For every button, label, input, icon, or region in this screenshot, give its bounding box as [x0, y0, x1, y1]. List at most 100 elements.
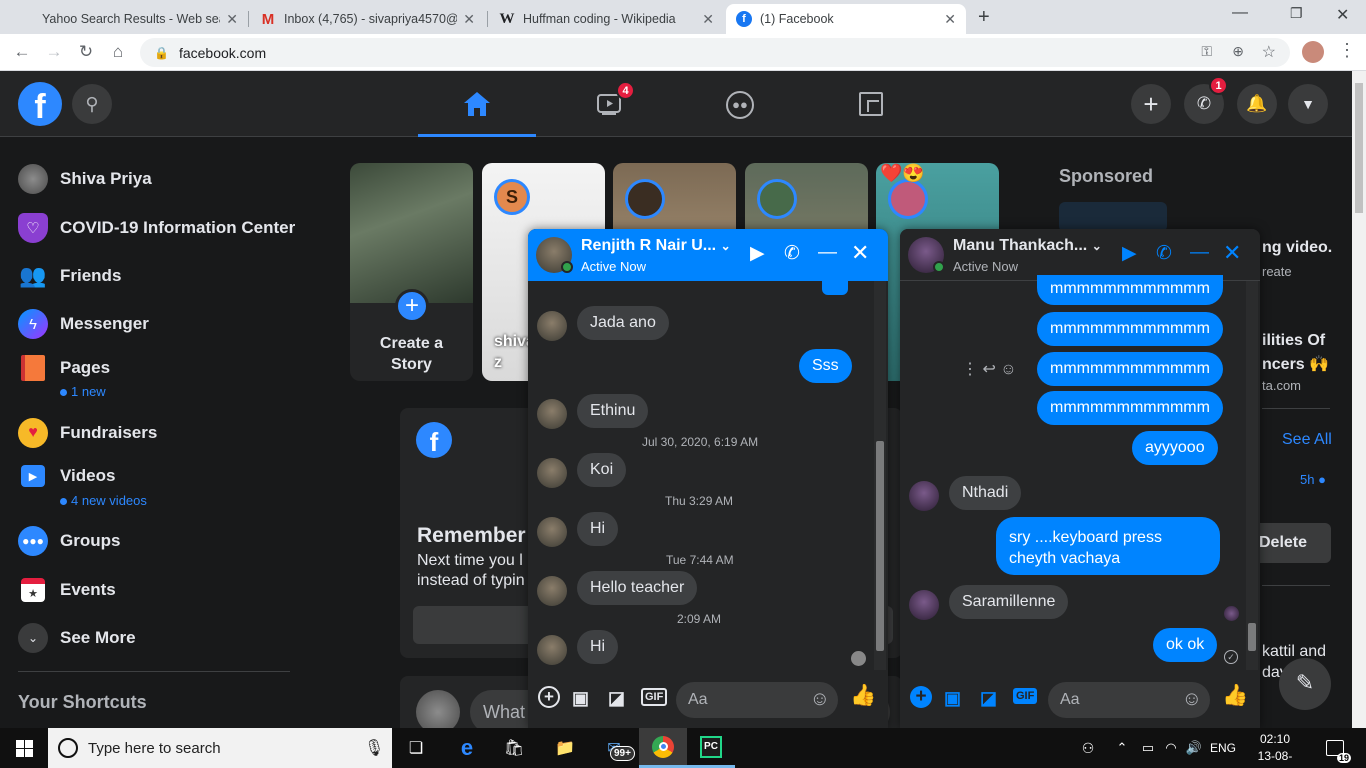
notifications-bell-icon[interactable]: 🔔 — [1237, 84, 1277, 124]
message-bubble[interactable]: Saramillenne — [949, 585, 1069, 619]
windows-start-icon[interactable] — [0, 728, 48, 768]
task-view-icon[interactable]: ❏ — [398, 728, 434, 768]
sticker-icon[interactable]: ◪ — [608, 688, 625, 709]
ad-title[interactable]: ng video. — [1262, 239, 1332, 257]
key-icon[interactable]: ⚿ — [1201, 43, 1212, 60]
reload-icon[interactable]: ↻ — [76, 42, 96, 62]
chrome-icon[interactable] — [639, 728, 687, 768]
volume-icon[interactable]: 🔊 — [1184, 728, 1204, 768]
sidebar-item-friends[interactable]: 👥 Friends — [18, 256, 121, 296]
battery-icon[interactable]: ▭ — [1138, 728, 1158, 768]
message-bubble[interactable]: ok ok — [1153, 628, 1218, 662]
new-message-compose-icon[interactable]: ✎ — [1279, 658, 1331, 710]
sidebar-item-covid[interactable]: ♡ COVID-19 Information Center — [18, 208, 295, 248]
search-icon[interactable]: ⚲ — [72, 84, 112, 124]
message-bubble[interactable]: mmmmmmmmmmmm — [1037, 275, 1223, 305]
chat-contact-name[interactable]: Manu Thankach... ⌄ — [953, 237, 1102, 255]
message-bubble[interactable]: ayyyooo — [1132, 431, 1218, 465]
close-icon[interactable]: ✕ — [1223, 240, 1241, 266]
sidebar-item-videos[interactable]: ▶ Videos — [18, 456, 115, 496]
message-bubble[interactable]: Sss — [799, 349, 852, 383]
ad-title[interactable]: ilities Of — [1262, 332, 1325, 350]
phone-call-icon[interactable]: ✆ — [784, 242, 800, 265]
file-explorer-icon[interactable]: 📁 — [547, 728, 583, 768]
microphone-icon[interactable]: 🎙 — [364, 738, 384, 758]
thumbs-up-icon[interactable]: 👍 — [1222, 684, 1248, 708]
tab-gaming[interactable] — [814, 71, 932, 137]
new-tab-button[interactable]: + — [978, 6, 990, 29]
tab-groups[interactable]: ●● — [682, 71, 800, 137]
ad-title[interactable]: ncers 🙌 — [1262, 354, 1329, 374]
tab-watch[interactable]: 4 — [550, 71, 668, 137]
store-icon[interactable]: 🛍 — [496, 728, 532, 768]
message-bubble[interactable]: mmmmmmmmmmmm — [1037, 312, 1223, 346]
sidebar-item-see-more[interactable]: ⌄ See More — [18, 618, 136, 658]
sidebar-item-profile[interactable]: Shiva Priya — [18, 159, 152, 199]
profile-avatar[interactable] — [1302, 41, 1324, 63]
ad-thumbnail[interactable] — [1059, 202, 1167, 232]
photo-icon[interactable]: ▣ — [944, 688, 961, 709]
tab-home[interactable] — [418, 71, 536, 137]
message-bubble[interactable]: Hello teacher — [577, 571, 698, 605]
message-input[interactable]: Aa ☺ — [676, 682, 838, 718]
clock[interactable]: 02:10 13-08-2020 — [1250, 731, 1300, 768]
video-call-icon[interactable]: ▶ — [1122, 242, 1137, 265]
tab-facebook[interactable]: f (1) Facebook ✕ — [726, 4, 966, 34]
message-bubble[interactable]: Nthadi — [949, 476, 1022, 510]
sticker-icon[interactable]: ◪ — [980, 688, 997, 709]
message-bubble[interactable]: Jada ano — [577, 306, 669, 340]
wifi-icon[interactable]: ◠ — [1161, 728, 1181, 768]
taskbar-search-box[interactable]: Type here to search 🎙 — [48, 728, 392, 768]
message-bubble[interactable]: mmmmmmmmmmmm — [1037, 391, 1223, 425]
message-bubble[interactable]: sry ....keyboard press cheyth vachaya — [996, 517, 1220, 575]
sidebar-item-messenger[interactable]: ϟ Messenger — [18, 304, 149, 344]
minimize-button[interactable]: — — [1232, 4, 1248, 22]
back-icon[interactable]: ← — [12, 42, 32, 62]
tab-gmail[interactable]: M Inbox (4,765) - sivapriya4570@gm ✕ — [250, 4, 485, 34]
chat-header[interactable]: Renjith R Nair U... ⌄ Active Now ▶ ✆ — ✕ — [528, 229, 888, 281]
gif-icon[interactable]: GIF — [641, 688, 668, 706]
emoji-icon[interactable]: ☺ — [1182, 688, 1202, 711]
see-all-link[interactable]: See All — [1282, 431, 1332, 449]
message-input[interactable]: Aa ☺ — [1048, 682, 1210, 718]
bookmark-star-icon[interactable]: ☆ — [1262, 42, 1276, 62]
facebook-logo-icon[interactable]: f — [18, 82, 62, 126]
photo-icon[interactable]: ▣ — [572, 688, 589, 709]
tab-wikipedia[interactable]: W Huffman coding - Wikipedia ✕ — [489, 4, 724, 34]
phone-call-icon[interactable]: ✆ — [1156, 242, 1172, 265]
message-bubble[interactable]: Hi — [577, 630, 619, 664]
message-actions[interactable]: ⋮ ↩ ☺ — [962, 359, 1017, 379]
chat-scrollbar[interactable] — [874, 281, 886, 670]
tray-chevron-up-icon[interactable]: ⌃ — [1112, 728, 1132, 768]
create-story-card[interactable]: + Create a Story — [350, 163, 473, 381]
menu-dots-icon[interactable]: ⋮ — [1338, 40, 1356, 61]
close-window-button[interactable]: ✕ — [1336, 5, 1349, 25]
create-plus-icon[interactable]: + — [1131, 84, 1171, 124]
message-bubble[interactable]: Ethinu — [577, 394, 649, 428]
add-attachment-icon[interactable]: + — [910, 686, 932, 708]
close-icon[interactable]: ✕ — [463, 11, 475, 28]
sidebar-item-pages[interactable]: Pages — [18, 348, 110, 388]
sidebar-item-fundraisers[interactable]: ♥ Fundraisers — [18, 413, 157, 453]
tab-yahoo[interactable]: Yahoo Search Results - Web search ✕ — [8, 4, 248, 34]
restore-button[interactable]: ❐ — [1290, 5, 1303, 22]
gif-icon[interactable]: GIF — [1013, 688, 1038, 704]
close-icon[interactable]: ✕ — [702, 11, 714, 28]
close-icon[interactable]: ✕ — [226, 11, 238, 28]
forward-icon[interactable]: → — [44, 42, 64, 62]
minimize-icon[interactable]: — — [818, 242, 837, 264]
message-bubble[interactable]: Hi — [577, 512, 619, 546]
pycharm-icon[interactable]: PC — [687, 728, 735, 768]
language-indicator[interactable]: ENG — [1206, 728, 1240, 768]
zoom-icon[interactable]: ⊕ — [1232, 43, 1244, 60]
add-attachment-icon[interactable]: + — [538, 686, 560, 708]
close-icon[interactable]: ✕ — [851, 240, 869, 266]
chat-header[interactable]: Manu Thankach... ⌄ Active Now ▶ ✆ — ✕ — [900, 229, 1260, 281]
edge-icon[interactable]: e — [449, 728, 485, 768]
account-dropdown-icon[interactable]: ▼ — [1288, 84, 1328, 124]
chat-contact-name[interactable]: Renjith R Nair U... ⌄ — [581, 237, 731, 255]
minimize-icon[interactable]: — — [1190, 242, 1209, 264]
sidebar-item-events[interactable]: ★ Events — [18, 570, 116, 610]
home-icon[interactable]: ⌂ — [108, 42, 128, 62]
sidebar-item-groups[interactable]: ●●● Groups — [18, 521, 120, 561]
